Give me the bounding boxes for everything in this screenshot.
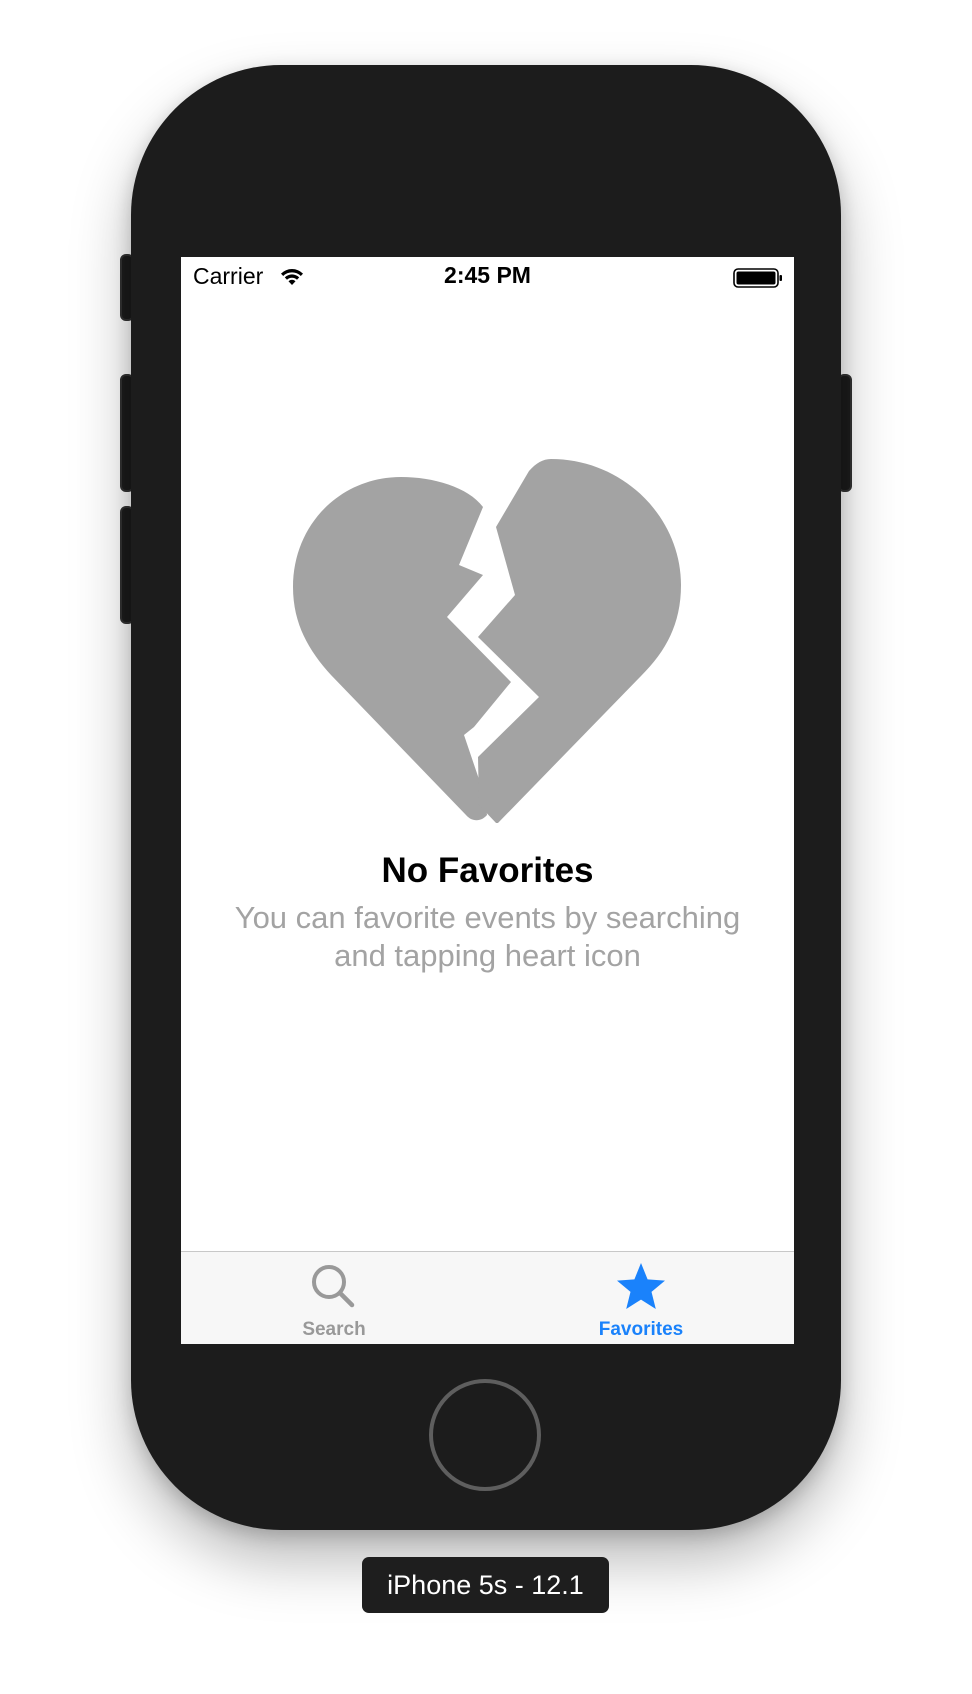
home-button[interactable] xyxy=(429,1379,541,1491)
tab-favorites-label: Favorites xyxy=(598,1319,684,1340)
tab-search[interactable]: Search xyxy=(181,1252,487,1344)
tab-bar: Search Favorites xyxy=(181,1251,794,1344)
simulator-stage: Carrier 2:45 PM No Favorites You can fav… xyxy=(0,0,972,1694)
tab-search-label: Search xyxy=(302,1319,366,1340)
star-icon xyxy=(617,1263,665,1309)
device-screen: Carrier 2:45 PM No Favorites You can fav… xyxy=(181,257,794,1344)
tab-favorites[interactable]: Favorites xyxy=(488,1252,794,1344)
empty-state-title: No Favorites xyxy=(381,851,594,890)
broken-heart-icon xyxy=(293,459,681,823)
empty-state-message: You can favorite events by searching and… xyxy=(234,900,741,973)
simulator-device-label: iPhone 5s - 12.1 xyxy=(362,1557,609,1613)
search-icon xyxy=(312,1265,355,1308)
empty-state: No Favorites You can favorite events by … xyxy=(181,257,794,1251)
